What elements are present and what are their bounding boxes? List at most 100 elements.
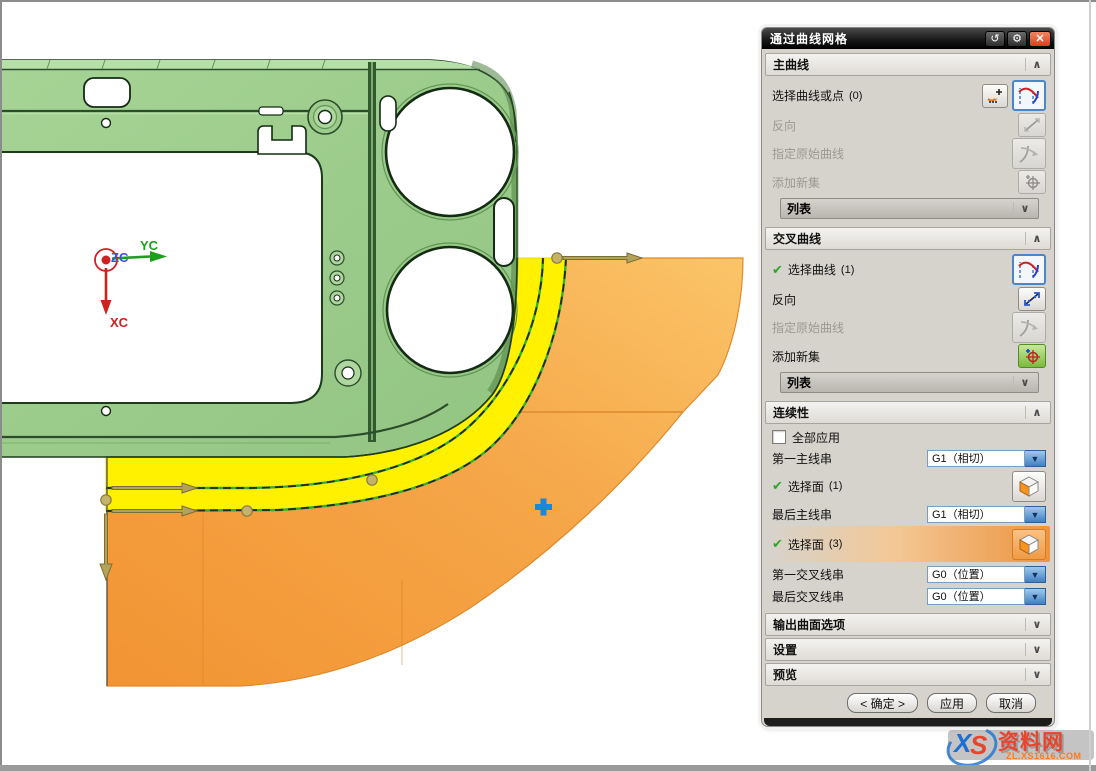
check-icon: ✔: [772, 536, 783, 552]
section-main-curves: 选择曲线或点 (0): [764, 76, 1052, 225]
point-constructor-button[interactable]: [982, 84, 1008, 108]
last-cross-string-dropdown[interactable]: G0（位置） ▼: [927, 588, 1046, 605]
point-dialog-icon: [986, 88, 1004, 104]
chevron-down-icon[interactable]: ▼: [1025, 588, 1046, 605]
dropdown-value: G1（相切）: [927, 506, 1025, 523]
first-main-string-label: 第一主线串: [772, 450, 832, 467]
add-new-set-label: 添加新集: [772, 348, 820, 365]
section-title: 预览: [773, 666, 1025, 683]
section-header-output-surface-options[interactable]: 输出曲面选项 ∨: [765, 613, 1051, 636]
gear-icon[interactable]: ⚙: [1007, 31, 1027, 47]
ok-button[interactable]: < 确定 >: [847, 693, 918, 713]
add-set-icon: [1023, 174, 1041, 190]
axis-label-x: XC: [110, 315, 129, 330]
section-header-cross-curves[interactable]: 交叉曲线 ∧: [765, 227, 1051, 250]
origin-curve-icon: [1017, 316, 1041, 339]
reset-icon[interactable]: ↺: [985, 31, 1005, 47]
select-curve-label: 选择曲线: [788, 261, 836, 278]
curve-rule-button-cross[interactable]: [1012, 254, 1046, 285]
reverse-icon: [1023, 291, 1041, 307]
last-cross-string-label: 最后交叉线串: [772, 588, 844, 605]
dropdown-value: G0（位置）: [927, 566, 1025, 583]
list-label: 列表: [787, 374, 1013, 391]
chevron-down-icon[interactable]: ▼: [1025, 506, 1046, 523]
list-bar-cross[interactable]: 列表 ∨: [780, 372, 1039, 393]
origin-curve-label: 指定原始曲线: [772, 319, 844, 336]
section-header-main-curves[interactable]: 主曲线 ∧: [765, 53, 1051, 76]
curve-rule-button[interactable]: [1012, 80, 1046, 111]
reverse-label: 反向: [772, 291, 796, 308]
through-curve-mesh-dialog[interactable]: 通过曲线网格 ↺ ⚙ ✕ 主曲线 ∧ 选择曲线或点 (0): [761, 27, 1055, 727]
expand-icon[interactable]: ∨: [1013, 376, 1036, 389]
green-part[interactable]: [0, 60, 518, 457]
collapse-icon[interactable]: ∧: [1025, 232, 1048, 245]
expand-icon[interactable]: ∨: [1025, 618, 1048, 631]
last-main-string-dropdown[interactable]: G1（相切） ▼: [927, 506, 1046, 523]
dialog-button-row: < 确定 > 应用 取消: [764, 693, 1036, 713]
expand-icon[interactable]: ∨: [1013, 202, 1036, 215]
apply-button[interactable]: 应用: [927, 693, 977, 713]
origin-curve-button-cross[interactable]: [1012, 312, 1046, 343]
face-cube-icon: [1017, 475, 1041, 498]
window-border-bottom: [0, 765, 1096, 771]
chevron-down-icon[interactable]: ▼: [1025, 566, 1046, 583]
add-new-set-button-cross[interactable]: [1018, 344, 1046, 368]
row-select-face-3[interactable]: ✔ 选择面 (3): [766, 526, 1050, 562]
row-last-main-string: 最后主线串 G1（相切） ▼: [772, 503, 1046, 525]
dropdown-value: G0（位置）: [927, 588, 1025, 605]
section-title: 输出曲面选项: [773, 616, 1025, 633]
check-icon: ✔: [772, 478, 783, 494]
row-select-curve-cross: ✔ 选择曲线 (1): [772, 253, 1046, 286]
watermark: X S 资料网 ZL.XS1616.COM: [944, 724, 1094, 766]
window-border-left: [0, 0, 2, 771]
add-new-set-label: 添加新集: [772, 174, 820, 191]
section-title: 设置: [773, 641, 1025, 658]
close-icon[interactable]: ✕: [1029, 31, 1051, 47]
check-icon: ✔: [772, 262, 783, 278]
list-bar-main[interactable]: 列表 ∨: [780, 198, 1039, 219]
expand-icon[interactable]: ∨: [1025, 668, 1048, 681]
watermark-logo-x: X: [954, 728, 971, 759]
reverse-icon: [1023, 117, 1041, 133]
expand-icon[interactable]: ∨: [1025, 643, 1048, 656]
last-main-string-label: 最后主线串: [772, 506, 832, 523]
row-origin-curve-cross: 指定原始曲线: [772, 312, 1046, 343]
row-reverse-cross: 反向: [772, 286, 1046, 312]
section-header-settings[interactable]: 设置 ∨: [765, 638, 1051, 661]
row-origin-curve-main: 指定原始曲线: [772, 138, 1046, 169]
reverse-direction-button[interactable]: [1018, 113, 1046, 137]
curve-icon: [1017, 84, 1041, 107]
add-set-icon: [1023, 348, 1041, 364]
cancel-button[interactable]: 取消: [986, 693, 1036, 713]
row-first-cross-string: 第一交叉线串 G0（位置） ▼: [772, 563, 1046, 585]
section-title: 连续性: [773, 404, 1025, 421]
origin-curve-button[interactable]: [1012, 138, 1046, 169]
select-face-3-count: (3): [829, 538, 842, 550]
section-title: 主曲线: [773, 56, 1025, 73]
add-new-set-button[interactable]: [1018, 170, 1046, 194]
watermark-url: ZL.XS1616.COM: [1006, 751, 1082, 761]
reverse-direction-button-cross[interactable]: [1018, 287, 1046, 311]
row-select-curve-or-point: 选择曲线或点 (0): [772, 79, 1046, 112]
chevron-down-icon[interactable]: ▼: [1025, 450, 1046, 467]
row-first-main-string: 第一主线串 G1（相切） ▼: [772, 447, 1046, 469]
section-header-continuity[interactable]: 连续性 ∧: [765, 401, 1051, 424]
dialog-titlebar[interactable]: 通过曲线网格 ↺ ⚙ ✕: [762, 28, 1054, 49]
row-last-cross-string: 最后交叉线串 G0（位置） ▼: [772, 585, 1046, 607]
select-curve-point-count: (0): [849, 90, 862, 102]
select-face-3-label: 选择面: [788, 536, 824, 553]
collapse-icon[interactable]: ∧: [1025, 406, 1048, 419]
select-face-3-button[interactable]: [1012, 529, 1046, 560]
row-select-face-1: ✔ 选择面 (1): [772, 469, 1046, 503]
section-continuity: 全部应用 第一主线串 G1（相切） ▼ ✔ 选择面 (1): [764, 424, 1052, 611]
row-add-new-set-cross: 添加新集: [772, 343, 1046, 369]
apply-all-checkbox[interactable]: [772, 430, 786, 444]
list-label: 列表: [787, 200, 1013, 217]
section-header-preview[interactable]: 预览 ∨: [765, 663, 1051, 686]
first-main-string-dropdown[interactable]: G1（相切） ▼: [927, 450, 1046, 467]
collapse-icon[interactable]: ∧: [1025, 58, 1048, 71]
select-face-1-button[interactable]: [1012, 471, 1046, 502]
first-cross-string-dropdown[interactable]: G0（位置） ▼: [927, 566, 1046, 583]
section-cross-curves: ✔ 选择曲线 (1) 反向: [764, 250, 1052, 399]
select-curve-count: (1): [841, 264, 854, 276]
